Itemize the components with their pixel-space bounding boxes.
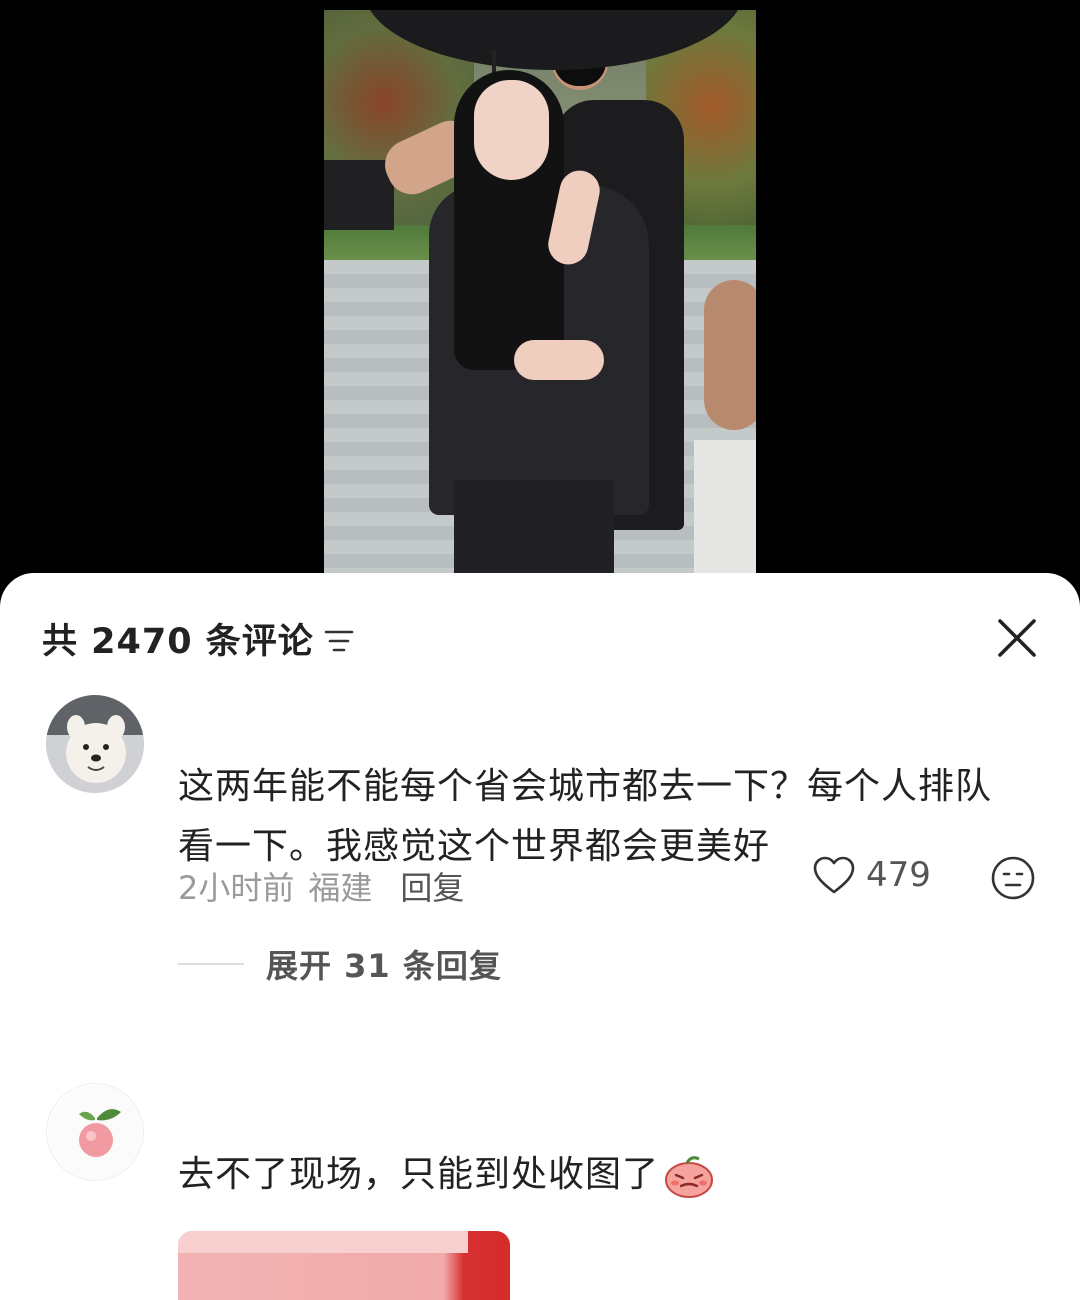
dog-avatar-icon bbox=[46, 695, 144, 793]
video-player[interactable] bbox=[0, 0, 1080, 600]
peach-avatar[interactable] bbox=[46, 1083, 144, 1181]
comment-count: 共 2470 条评论 bbox=[42, 621, 314, 662]
like-button[interactable]: 479 bbox=[812, 855, 931, 895]
expand-replies-label: 展开 31 条回复 bbox=[266, 947, 502, 985]
like-count: 479 bbox=[866, 855, 931, 895]
sort-lines-icon[interactable] bbox=[324, 628, 354, 654]
comment-text-content: 去不了现场，只能到处收图了 bbox=[178, 1154, 660, 1195]
comment-time: 2小时前 bbox=[178, 869, 295, 907]
comments-header: 共 2470 条评论 bbox=[42, 613, 354, 663]
neutral-face-icon[interactable] bbox=[990, 855, 1036, 901]
video-frame[interactable] bbox=[324, 10, 756, 573]
comment-attached-image[interactable] bbox=[178, 1231, 510, 1300]
divider-line bbox=[178, 963, 244, 965]
peach-icon bbox=[48, 1085, 143, 1180]
heart-outline-icon bbox=[813, 856, 855, 894]
expand-replies-button[interactable]: 展开 31 条回复 bbox=[178, 941, 502, 987]
white-dog-avatar[interactable] bbox=[46, 695, 144, 793]
comment-text: 去不了现场，只能到处收图了 bbox=[178, 1145, 1028, 1205]
right-person-arm bbox=[704, 280, 756, 430]
comments-panel: 共 2470 条评论 这两年能不能每个省会城市都去一下？每个人排队看一下。我感觉… bbox=[0, 573, 1080, 1300]
left-person-arm bbox=[324, 160, 394, 230]
woman-pants bbox=[454, 480, 614, 573]
reply-button[interactable]: 回复 bbox=[400, 863, 464, 909]
comment-meta: 2小时前 福建 回复 bbox=[178, 863, 464, 909]
comment-location: 福建 bbox=[308, 869, 373, 907]
image-top-band bbox=[178, 1231, 468, 1253]
crying-peach-sticker bbox=[665, 1156, 714, 1198]
right-person-bag bbox=[694, 440, 756, 573]
close-icon[interactable] bbox=[996, 617, 1038, 659]
woman-face bbox=[474, 80, 549, 180]
resting-hand bbox=[514, 340, 604, 380]
